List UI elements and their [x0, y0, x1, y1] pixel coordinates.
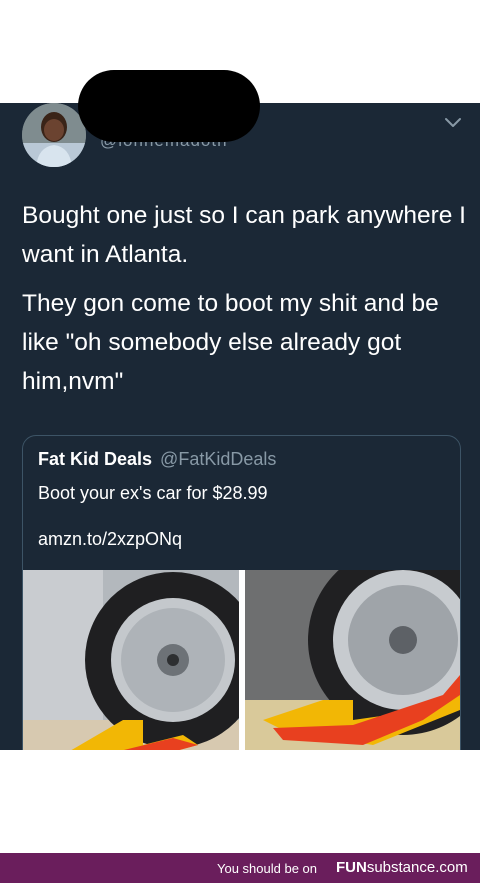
tweet-card: @lonnemadoth Bought one just so I can pa… [0, 103, 480, 750]
footer-brand-light: substance [366, 859, 436, 876]
quoted-tweet-link[interactable]: amzn.to/2xzpONq [38, 529, 182, 550]
footer-brand[interactable]: FUNsubstance.com [336, 859, 468, 876]
quoted-tweet-header: Fat Kid Deals @FatKidDeals [38, 449, 276, 470]
watermark-footer: You should be on FUNsubstance.com [0, 853, 480, 883]
tweet-text-paragraph-1: Bought one just so I can park anywhere I… [22, 202, 466, 268]
quoted-tweet[interactable]: Fat Kid Deals @FatKidDeals Boot your ex'… [22, 435, 461, 750]
quoted-tweet-media[interactable] [23, 570, 460, 750]
quoted-author-handle: @FatKidDeals [160, 449, 277, 469]
footer-brand-suffix: .com [435, 859, 468, 876]
footer-brand-bold: FUN [336, 859, 367, 876]
tweet-text-paragraph-2: They gon come to boot my shit and be lik… [22, 290, 439, 395]
wheel-clamp-photo-left [23, 570, 261, 750]
footer-message: You should be on [217, 861, 318, 876]
wheel-clamp-photo-right [245, 570, 460, 750]
quoted-tweet-text: Boot your ex's car for $28.99 [38, 483, 268, 503]
chevron-down-icon[interactable] [444, 113, 462, 131]
quoted-author-name: Fat Kid Deals [38, 449, 153, 469]
redaction-blot [78, 70, 260, 142]
avatar[interactable] [22, 103, 86, 167]
